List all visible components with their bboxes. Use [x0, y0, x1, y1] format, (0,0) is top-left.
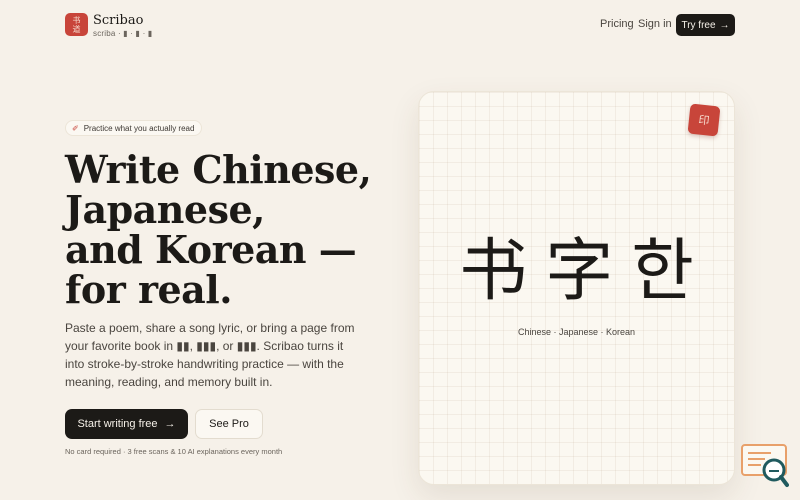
headline-line: Write Chinese, — [65, 147, 372, 192]
see-pro-button[interactable]: See Pro — [195, 409, 263, 439]
glyph-caption: Chinese · Japanese · Korean — [517, 327, 636, 337]
glyph-korean: 한 — [631, 232, 694, 311]
start-writing-label: Start writing free — [77, 418, 158, 430]
hero-badge: ✐ Practice what you actually read — [65, 120, 203, 136]
help-chat-icon[interactable] — [741, 444, 789, 488]
site-header: 书 道 Scribao scriba · ▮ · ▮ · ▮ Pricing S… — [0, 0, 800, 50]
headline-line: Japanese, — [65, 187, 265, 232]
headline-line: for real. — [65, 267, 232, 312]
help-widget-graphic — [741, 444, 789, 487]
start-writing-button[interactable]: Start writing free → — [65, 409, 188, 439]
try-free-label: Try free — [681, 19, 716, 31]
headline-line: and Korean — — [65, 227, 357, 272]
try-free-button[interactable]: Try free → — [676, 14, 735, 36]
nav-pricing-link[interactable]: Pricing — [600, 18, 634, 30]
logo-glyph-top: 书 — [72, 15, 81, 25]
seal-stamp-icon: 印 — [687, 103, 721, 137]
nav-signin-link[interactable]: Sign in — [638, 18, 672, 30]
arrow-right-icon: → — [164, 418, 176, 430]
glyph-display: 书 字 한 — [418, 232, 735, 312]
arrow-right-icon: → — [719, 19, 730, 31]
hero-headline: Write Chinese, Japanese, and Korean — fo… — [65, 150, 385, 310]
brand-logo-icon[interactable]: 书 道 — [65, 13, 88, 36]
brush-icon: ✐ — [72, 123, 79, 133]
glyph-chinese: 书 — [459, 232, 528, 311]
hero-badge-label: Practice what you actually read — [83, 123, 195, 133]
hero-description: Paste a poem, share a song lyric, or bri… — [65, 321, 355, 389]
logo-glyph-bottom: 道 — [72, 24, 81, 34]
glyph-japanese: 字 — [545, 232, 614, 311]
brand-tagline: scriba · ▮ · ▮ · ▮ — [93, 29, 153, 38]
brand-name[interactable]: Scribao — [93, 13, 143, 28]
cta-fineprint: No card required · 3 free scans & 10 AI … — [65, 447, 283, 456]
